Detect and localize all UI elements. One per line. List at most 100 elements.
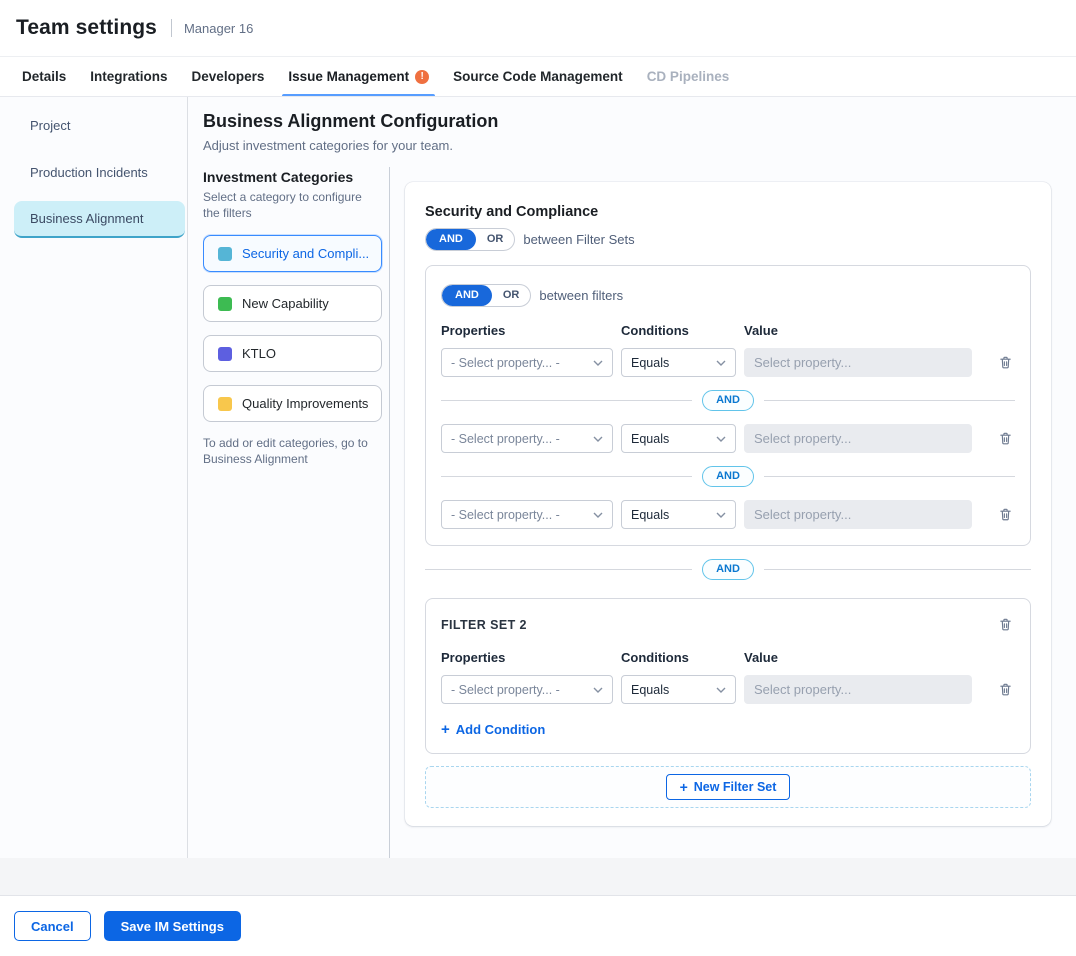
- filter-set-2: FILTER SET 2 Properties Conditions Value: [425, 598, 1031, 754]
- category-color-swatch: [218, 297, 232, 311]
- settings-sidebar: Project Production Incidents Business Al…: [0, 97, 188, 858]
- and-connector-pill: AND: [702, 466, 754, 487]
- category-ktlo[interactable]: KTLO: [203, 335, 382, 372]
- warning-badge-icon: !: [415, 70, 429, 84]
- trash-icon: [998, 507, 1013, 522]
- category-security-and-compliance[interactable]: Security and Compli...: [203, 235, 382, 272]
- team-name: Manager 16: [184, 21, 253, 36]
- category-color-swatch: [218, 247, 232, 261]
- delete-filter-button[interactable]: [996, 429, 1015, 448]
- categories-subtitle: Select a category to configure the filte…: [203, 190, 371, 221]
- value-header: Value: [744, 323, 778, 338]
- property-select[interactable]: - Select property... -: [441, 424, 613, 453]
- title-divider: [171, 19, 172, 37]
- page-header: Team settings Manager 16: [0, 0, 1076, 57]
- content-area: Project Production Incidents Business Al…: [0, 97, 1076, 858]
- value-input[interactable]: [744, 424, 972, 453]
- security-and-compliance-panel: Security and Compliance AND OR between F…: [405, 182, 1051, 826]
- delete-filter-set-button[interactable]: [996, 615, 1015, 634]
- delete-filter-button[interactable]: [996, 680, 1015, 699]
- properties-header: Properties: [441, 650, 621, 665]
- filter-row: - Select property... - Equals: [441, 424, 1015, 453]
- chevron-down-icon: [593, 512, 603, 518]
- category-new-capability[interactable]: New Capability: [203, 285, 382, 322]
- delete-filter-button[interactable]: [996, 353, 1015, 372]
- trash-icon: [998, 682, 1013, 697]
- and-connector-between-sets: AND: [425, 559, 1031, 580]
- section-title: Business Alignment Configuration: [203, 111, 1076, 132]
- value-header: Value: [744, 650, 778, 665]
- chevron-down-icon: [716, 436, 726, 442]
- between-filter-sets-caption: between Filter Sets: [523, 232, 634, 247]
- tab-details[interactable]: Details: [10, 57, 78, 96]
- tab-issue-management[interactable]: Issue Management !: [276, 57, 441, 96]
- tab-integrations[interactable]: Integrations: [78, 57, 179, 96]
- sidebar-item-production-incidents[interactable]: Production Incidents: [14, 154, 185, 191]
- new-filter-set-dropzone: + New Filter Set: [425, 766, 1031, 808]
- property-select[interactable]: - Select property... -: [441, 675, 613, 704]
- panel-title: Security and Compliance: [425, 204, 1031, 220]
- and-connector: AND: [441, 390, 1015, 411]
- section-subtitle: Adjust investment categories for your te…: [203, 138, 1076, 153]
- or-segment[interactable]: OR: [476, 230, 515, 249]
- conditions-header: Conditions: [621, 650, 744, 665]
- conditions-header: Conditions: [621, 323, 744, 338]
- and-or-toggle-between-filters[interactable]: AND OR: [441, 284, 531, 307]
- condition-select[interactable]: Equals: [621, 348, 736, 377]
- footer-actions: Cancel Save IM Settings: [0, 895, 1076, 956]
- filter-set-1: AND OR between filters Properties Condit…: [425, 265, 1031, 546]
- and-segment[interactable]: AND: [426, 229, 476, 250]
- filter-set-2-title: FILTER SET 2: [441, 618, 527, 632]
- footer-spacer: [0, 858, 1076, 895]
- category-quality-improvements[interactable]: Quality Improvements: [203, 385, 382, 422]
- chevron-down-icon: [593, 436, 603, 442]
- save-im-settings-button[interactable]: Save IM Settings: [104, 911, 241, 941]
- trash-icon: [998, 355, 1013, 370]
- tab-source-code-management[interactable]: Source Code Management: [441, 57, 635, 96]
- chevron-down-icon: [593, 687, 603, 693]
- property-select[interactable]: - Select property... -: [441, 500, 613, 529]
- column-headers: Properties Conditions Value: [441, 323, 1015, 338]
- between-filters-caption: between filters: [539, 288, 623, 303]
- investment-categories-panel: Investment Categories Select a category …: [203, 167, 390, 858]
- cancel-button[interactable]: Cancel: [14, 911, 91, 941]
- business-alignment-main: Business Alignment Configuration Adjust …: [188, 97, 1076, 858]
- plus-icon: +: [680, 780, 688, 794]
- condition-select[interactable]: Equals: [621, 675, 736, 704]
- settings-tabbar: Details Integrations Developers Issue Ma…: [0, 57, 1076, 97]
- page-title: Team settings: [16, 16, 157, 40]
- trash-icon: [998, 617, 1013, 632]
- filter-row: - Select property... - Equals: [441, 675, 1015, 704]
- tab-cd-pipelines[interactable]: CD Pipelines: [635, 57, 742, 96]
- add-condition-button[interactable]: + Add Condition: [441, 722, 545, 737]
- column-headers: Properties Conditions Value: [441, 650, 1015, 665]
- plus-icon: +: [441, 722, 450, 737]
- delete-filter-button[interactable]: [996, 505, 1015, 524]
- value-input[interactable]: [744, 348, 972, 377]
- new-filter-set-button[interactable]: + New Filter Set: [666, 774, 791, 800]
- condition-select[interactable]: Equals: [621, 424, 736, 453]
- trash-icon: [998, 431, 1013, 446]
- condition-select[interactable]: Equals: [621, 500, 736, 529]
- chevron-down-icon: [716, 360, 726, 366]
- categories-title: Investment Categories: [203, 169, 381, 185]
- filters-config-area: Security and Compliance AND OR between F…: [390, 167, 1076, 858]
- filter-row: - Select property... - Equals: [441, 348, 1015, 377]
- value-input[interactable]: [744, 675, 972, 704]
- and-connector-pill: AND: [702, 559, 754, 580]
- properties-header: Properties: [441, 323, 621, 338]
- chevron-down-icon: [593, 360, 603, 366]
- value-input[interactable]: [744, 500, 972, 529]
- and-connector-pill: AND: [702, 390, 754, 411]
- property-select[interactable]: - Select property... -: [441, 348, 613, 377]
- category-color-swatch: [218, 397, 232, 411]
- chevron-down-icon: [716, 512, 726, 518]
- and-connector: AND: [441, 466, 1015, 487]
- or-segment[interactable]: OR: [492, 286, 531, 305]
- and-or-toggle-between-sets[interactable]: AND OR: [425, 228, 515, 251]
- and-segment[interactable]: AND: [442, 285, 492, 306]
- tab-developers[interactable]: Developers: [180, 57, 277, 96]
- chevron-down-icon: [716, 687, 726, 693]
- sidebar-item-business-alignment[interactable]: Business Alignment: [14, 201, 185, 238]
- sidebar-item-project[interactable]: Project: [14, 107, 185, 144]
